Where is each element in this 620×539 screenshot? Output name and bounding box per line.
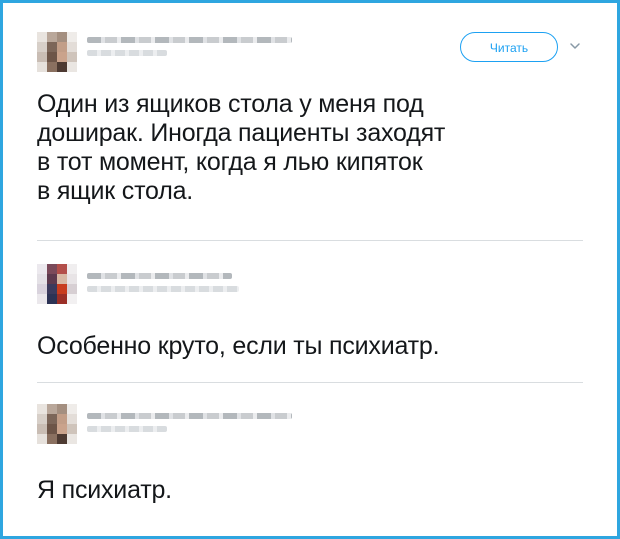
avatar[interactable]	[37, 264, 77, 304]
author-name[interactable]	[87, 413, 292, 419]
tweet-text: Один из ящиков стола у меня под доширак.…	[37, 90, 446, 205]
divider	[37, 240, 583, 241]
author-name[interactable]	[87, 37, 292, 43]
avatar[interactable]	[37, 32, 77, 72]
author-name[interactable]	[87, 273, 232, 279]
tweet-2: Особенно круто, если ты психиатр.	[37, 264, 583, 374]
author-handle	[87, 286, 239, 292]
tweet-1: Читать Один из ящиков стола у меня под д…	[37, 28, 583, 228]
tweet-text: Особенно круто, если ты психиатр.	[37, 332, 440, 360]
author-handle	[87, 50, 167, 56]
follow-button[interactable]: Читать	[460, 32, 558, 62]
tweet-3: Я психиатр.	[37, 404, 583, 514]
divider	[37, 382, 583, 383]
avatar[interactable]	[37, 404, 77, 444]
chevron-down-icon[interactable]	[569, 40, 581, 52]
tweet-text: Я психиатр.	[37, 476, 172, 504]
author-handle	[87, 426, 167, 432]
